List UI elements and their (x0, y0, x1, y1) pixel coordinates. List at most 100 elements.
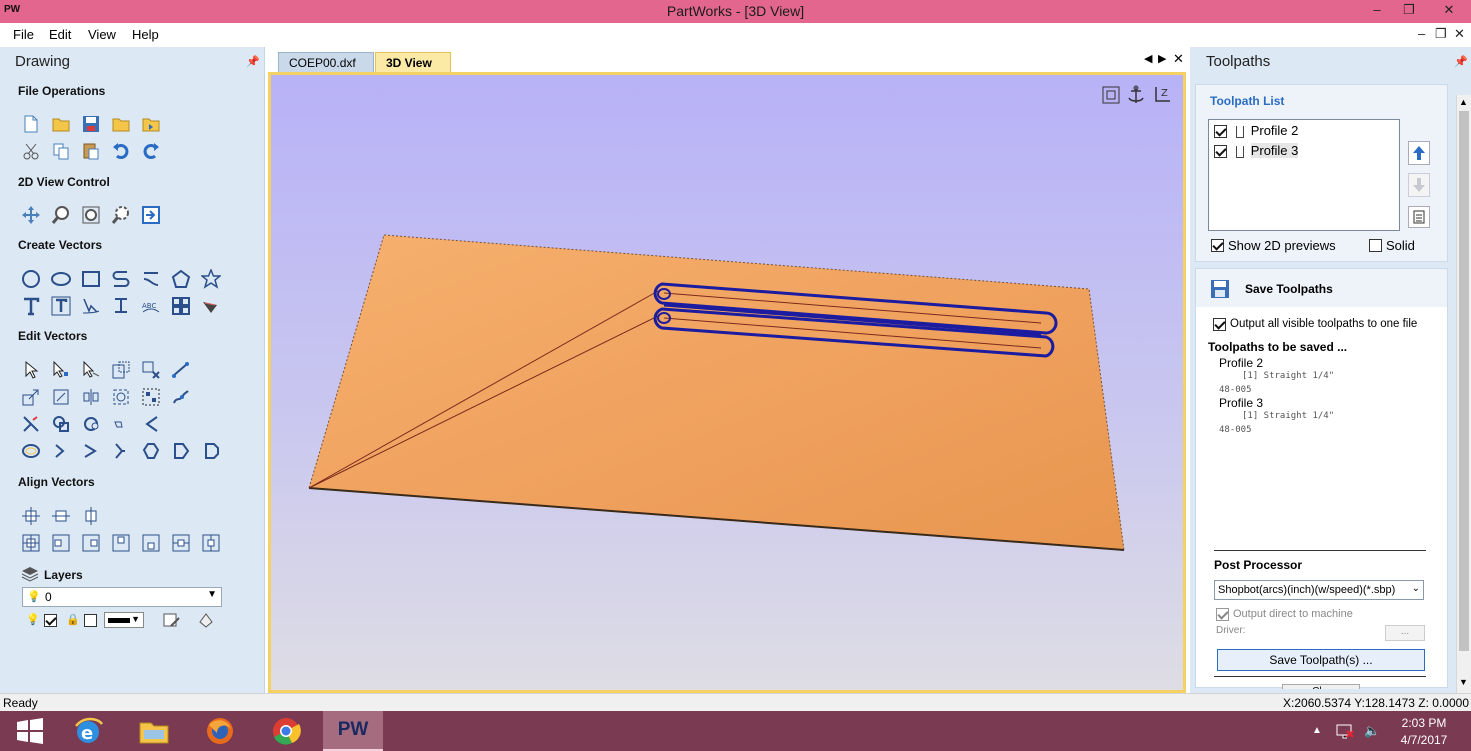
align-center-material-icon[interactable] (20, 532, 42, 554)
move-up-button[interactable] (1408, 141, 1430, 165)
tab-scroll-right-icon[interactable]: ▶ (1158, 52, 1166, 65)
close-button[interactable]: ✕ (1429, 0, 1469, 20)
show-2d-previews-checkbox[interactable] (1211, 239, 1224, 252)
scroll-up-icon[interactable]: ▲ (1459, 97, 1468, 107)
distribute-horizontal-icon[interactable] (170, 532, 192, 554)
pin-icon[interactable]: 📌 (1454, 55, 1468, 68)
bend-text-icon[interactable]: ABC (140, 295, 162, 317)
align-horizontal-center-icon[interactable] (50, 505, 72, 527)
smooth-icon[interactable] (80, 440, 102, 462)
3d-viewport[interactable]: Z (268, 72, 1186, 693)
undo-icon[interactable] (110, 140, 132, 162)
dogbone-icon[interactable] (170, 440, 192, 462)
join-icon[interactable] (170, 386, 192, 408)
trim-icon[interactable] (20, 413, 42, 435)
text-on-curve-icon[interactable] (80, 295, 102, 317)
toolpath-checkbox[interactable] (1214, 125, 1227, 139)
layer-properties-icon[interactable] (163, 612, 181, 631)
scrollbar-thumb[interactable] (1459, 111, 1469, 651)
menu-edit[interactable]: Edit (49, 27, 71, 42)
measure-icon[interactable] (170, 359, 192, 381)
clock-time[interactable]: 2:03 PM (1400, 716, 1448, 730)
pin-icon[interactable]: 📌 (246, 55, 260, 68)
draw-curve-icon[interactable] (140, 268, 162, 290)
tab-close-icon[interactable]: ✕ (1173, 51, 1184, 67)
pan-icon[interactable] (20, 204, 42, 226)
mdi-minimize-button[interactable]: ‒ (1418, 26, 1425, 41)
chrome-icon[interactable] (256, 711, 316, 751)
align-top-icon[interactable] (110, 532, 132, 554)
tab-3d-view[interactable]: 3D View (375, 52, 451, 72)
anchor-icon[interactable] (1126, 85, 1146, 108)
driver-browse-button[interactable]: ... (1385, 625, 1425, 641)
tbone-icon[interactable] (200, 440, 222, 462)
extend-icon[interactable] (140, 413, 162, 435)
close-vector-icon[interactable] (50, 440, 72, 462)
draw-text-icon[interactable] (20, 295, 42, 317)
file-explorer-icon[interactable] (124, 711, 184, 751)
firefox-icon[interactable] (190, 711, 250, 751)
align-center-icon[interactable] (20, 505, 42, 527)
distribute-vertical-icon[interactable] (200, 532, 222, 554)
mirror-icon[interactable] (80, 386, 102, 408)
tab-scroll-left-icon[interactable]: ◀ (1144, 52, 1152, 65)
toolpath-item[interactable]: Profile 3 (1214, 143, 1394, 161)
delete-vector-icon[interactable] (140, 359, 162, 381)
save-icon[interactable] (80, 113, 102, 135)
align-vertical-center-icon[interactable] (80, 505, 102, 527)
toolpath-item[interactable]: Profile 2 (1214, 123, 1394, 141)
size-icon[interactable] (110, 359, 132, 381)
paste-icon[interactable] (80, 140, 102, 162)
mdi-close-button[interactable]: ✕ (1454, 26, 1465, 42)
rotate-icon[interactable] (50, 386, 72, 408)
draw-rectangle-icon[interactable] (80, 268, 102, 290)
corner-icon[interactable] (140, 440, 162, 462)
save-toolpaths-button[interactable]: Save Toolpath(s) ... (1217, 649, 1425, 671)
internet-explorer-icon[interactable]: e (58, 711, 118, 751)
clock-date[interactable]: 4/7/2017 (1396, 733, 1452, 747)
layer-color-picker[interactable]: ▼ (104, 612, 144, 628)
draw-circle-icon[interactable] (20, 268, 42, 290)
new-file-icon[interactable] (20, 113, 42, 135)
align-right-icon[interactable] (80, 532, 102, 554)
copy-icon[interactable] (50, 140, 72, 162)
align-bottom-icon[interactable] (140, 532, 162, 554)
layer-visible-icon[interactable]: 💡 (26, 613, 40, 626)
subtract-icon[interactable] (80, 413, 102, 435)
post-processor-select[interactable]: Shopbot(arcs)(inch)(w/speed)(*.sbp) ⌄ (1214, 580, 1424, 600)
z-axis-view-icon[interactable]: Z (1152, 85, 1174, 108)
layer-manager-icon[interactable] (197, 612, 215, 631)
zoom-to-fit-icon[interactable] (1101, 85, 1121, 108)
open-folder-icon[interactable] (50, 113, 72, 135)
distort-icon[interactable] (110, 386, 132, 408)
text-arc-icon[interactable] (110, 295, 132, 317)
zoom-icon[interactable] (50, 204, 72, 226)
scale-icon[interactable] (20, 386, 42, 408)
auto-layout-text-icon[interactable] (50, 295, 72, 317)
volume-icon[interactable]: 🔈 (1364, 723, 1380, 739)
show-hidden-icons[interactable]: ▲ (1312, 725, 1322, 736)
view-switch-icon[interactable] (140, 204, 162, 226)
weld-icon[interactable] (50, 413, 72, 435)
restore-button[interactable]: ❐ (1393, 0, 1425, 20)
fillet-icon[interactable] (110, 413, 132, 435)
network-icon[interactable] (1335, 722, 1355, 743)
windows-start-icon[interactable] (0, 711, 60, 751)
node-edit-icon[interactable] (50, 359, 72, 381)
scroll-down-icon[interactable]: ▼ (1459, 677, 1468, 687)
align-left-icon[interactable] (50, 532, 72, 554)
zoom-window-icon[interactable] (110, 204, 132, 226)
output-all-checkbox[interactable] (1213, 318, 1226, 331)
solid-checkbox[interactable] (1369, 239, 1382, 252)
lock-icon[interactable]: 🔒 (66, 613, 80, 626)
toolpath-summary-button[interactable] (1408, 206, 1430, 228)
move-down-button[interactable] (1408, 173, 1430, 197)
tab-icon[interactable] (110, 440, 132, 462)
layer-lock-checkbox[interactable] (84, 614, 97, 627)
menu-file[interactable]: File (13, 27, 34, 42)
transform-icon[interactable] (80, 359, 102, 381)
array-copy-icon[interactable] (170, 295, 192, 317)
import-icon[interactable] (140, 113, 162, 135)
menu-help[interactable]: Help (132, 27, 159, 42)
minimize-button[interactable]: ‒ (1361, 0, 1393, 20)
